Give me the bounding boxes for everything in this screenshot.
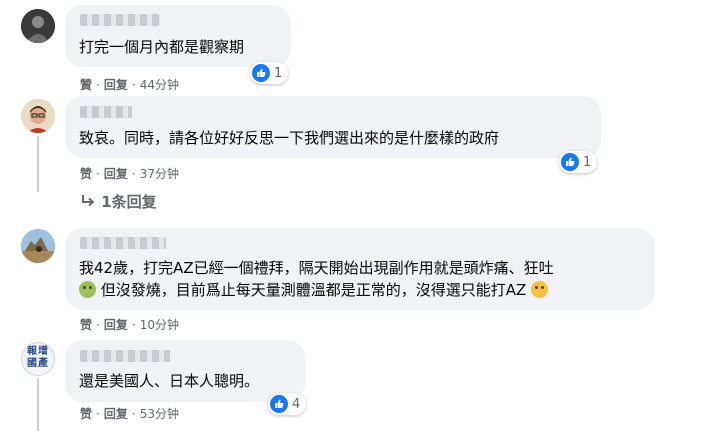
replies-count-label: 1条回复 bbox=[101, 193, 157, 211]
comment-text-line-2: 但沒發燒，目前爲止每天量測體溫都是正常的，沒得選只能打AZ bbox=[79, 280, 549, 300]
comment-text: 致哀。同時，請各位好好反思一下我們選出來的是什麼樣的政府 bbox=[79, 129, 500, 147]
comment-bubble: 還是美國人、日本人聰明。 bbox=[65, 340, 305, 402]
timestamp[interactable]: 44分钟 bbox=[140, 78, 179, 92]
timestamp[interactable]: 10分钟 bbox=[140, 318, 179, 332]
comment-text-line-1: 我42歲，打完AZ已經一個禮拜，隔天開始出現副作用就是頭炸痛、狂吐 bbox=[79, 259, 554, 277]
reaction-count: 1 bbox=[583, 154, 592, 170]
author-name[interactable] bbox=[80, 14, 160, 26]
reply-button[interactable]: 回复 bbox=[104, 407, 128, 421]
like-thumb-icon bbox=[270, 395, 288, 413]
comment-actions: 赞 · 回复 · 37分钟 bbox=[80, 167, 179, 181]
comment-actions: 赞 · 回复 · 10分钟 bbox=[80, 318, 179, 332]
avatar-text: 報增國產 bbox=[27, 346, 49, 369]
thread-line bbox=[37, 378, 39, 431]
avatar[interactable] bbox=[21, 99, 55, 133]
like-button[interactable]: 赞 bbox=[80, 318, 92, 332]
reaction-count: 1 bbox=[274, 65, 283, 81]
nauseated-face-emoji bbox=[79, 281, 96, 298]
comment-bubble: 致哀。同時，請各位好好反思一下我們選出來的是什麼樣的政府 bbox=[65, 96, 601, 158]
comment-bubble: 打完一個月內都是觀察期 bbox=[65, 5, 291, 67]
like-thumb-icon bbox=[252, 64, 270, 82]
tired-face-emoji bbox=[531, 281, 549, 298]
comment-actions: 贊 · 回复 · 44分钟 bbox=[80, 78, 179, 92]
reaction-badge[interactable]: 1 bbox=[559, 151, 598, 173]
view-replies-link[interactable]: 1条回复 bbox=[80, 191, 157, 212]
author-name[interactable] bbox=[80, 106, 132, 118]
author-name[interactable] bbox=[80, 350, 170, 362]
comment-actions: 赞 · 回复 · 53分钟 bbox=[80, 407, 179, 421]
reply-button[interactable]: 回复 bbox=[104, 167, 128, 181]
timestamp[interactable]: 37分钟 bbox=[140, 167, 179, 181]
reaction-badge[interactable]: 1 bbox=[250, 62, 289, 84]
timestamp[interactable]: 53分钟 bbox=[140, 407, 179, 421]
reply-button[interactable]: 回复 bbox=[104, 318, 128, 332]
reaction-count: 4 bbox=[292, 396, 301, 412]
comment-bubble: 我42歲，打完AZ已經一個禮拜，隔天開始出現副作用就是頭炸痛、狂吐 但沒發燒，目… bbox=[65, 228, 655, 310]
reply-arrow-icon bbox=[80, 193, 101, 211]
avatar[interactable] bbox=[21, 9, 55, 43]
author-name[interactable] bbox=[80, 237, 166, 249]
comment-text: 打完一個月內都是觀察期 bbox=[79, 38, 245, 56]
avatar[interactable]: 報增國產 bbox=[21, 342, 55, 376]
like-button[interactable]: 赞 bbox=[80, 167, 92, 181]
like-button[interactable]: 赞 bbox=[80, 407, 92, 421]
comment-text: 還是美國人、日本人聰明。 bbox=[79, 372, 260, 390]
avatar[interactable] bbox=[21, 229, 55, 263]
like-thumb-icon bbox=[561, 153, 579, 171]
thread-line bbox=[37, 136, 39, 192]
like-button[interactable]: 贊 bbox=[80, 78, 92, 92]
reply-button[interactable]: 回复 bbox=[104, 78, 128, 92]
reaction-badge[interactable]: 4 bbox=[268, 393, 307, 415]
